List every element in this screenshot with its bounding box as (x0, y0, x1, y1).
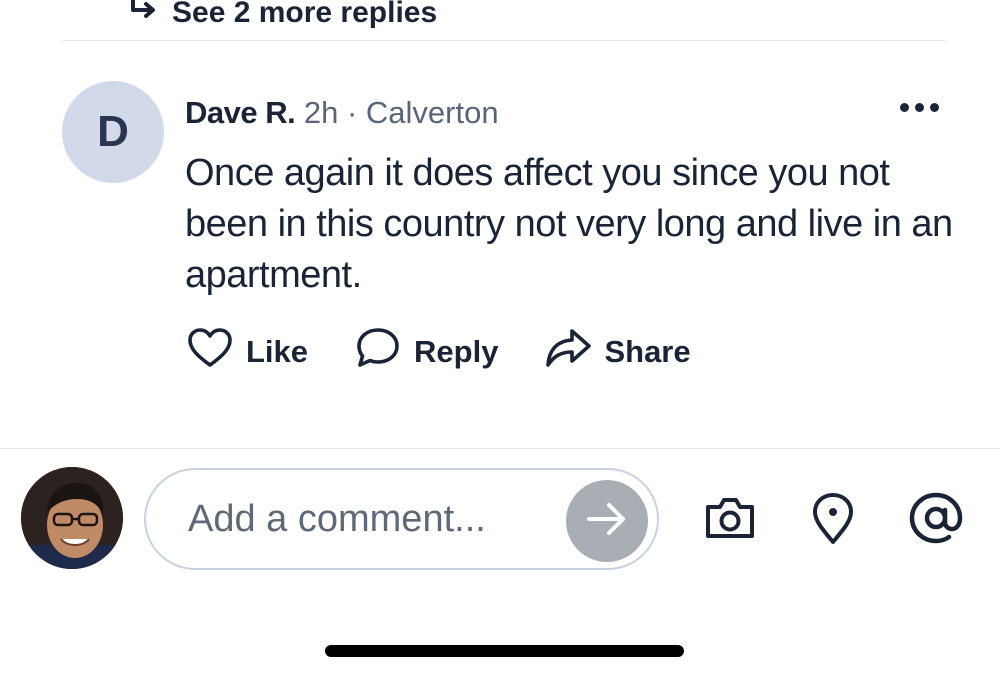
at-sign-icon (908, 490, 964, 551)
avatar-initial: D (97, 107, 129, 156)
send-button[interactable] (566, 480, 648, 562)
comment-meta: Dave R. 2h · Calverton (185, 94, 499, 132)
divider (0, 448, 1000, 449)
share-label: Share (604, 334, 691, 369)
share-arrow-icon (544, 325, 592, 379)
home-indicator[interactable] (325, 645, 684, 657)
avatar[interactable]: D (62, 81, 164, 183)
see-more-replies-label: See 2 more replies (172, 0, 438, 29)
location-button[interactable] (803, 490, 863, 550)
reply-label: Reply (414, 334, 499, 369)
arrow-right-icon (585, 499, 629, 544)
more-dots-icon (915, 102, 924, 112)
camera-icon (702, 490, 758, 551)
like-label: Like (246, 334, 309, 369)
comment-body: Once again it does affect you since you … (185, 152, 953, 296)
author-name[interactable]: Dave R. (185, 95, 296, 130)
comment-time: 2h (303, 95, 339, 130)
camera-button[interactable] (700, 490, 760, 550)
comment-input-container[interactable] (144, 468, 659, 570)
comment-thread-screen: See 2 more replies D Dave R. 2h · Calver… (0, 0, 1000, 678)
speech-bubble-icon (354, 325, 402, 379)
more-dots-icon (930, 102, 939, 112)
comment-input[interactable] (188, 497, 558, 541)
map-pin-icon (805, 490, 861, 551)
meta-separator: · (346, 95, 358, 130)
divider (62, 40, 946, 41)
reply-button[interactable]: Reply (354, 325, 498, 379)
heart-icon (186, 325, 234, 379)
more-options-button[interactable] (900, 97, 942, 117)
more-dots-icon (900, 102, 909, 112)
like-button[interactable]: Like (186, 325, 308, 379)
reply-arrow-icon (128, 0, 158, 30)
user-avatar[interactable] (21, 467, 123, 569)
mention-button[interactable] (906, 490, 966, 550)
comment-location: Calverton (365, 95, 499, 130)
comment-actions: Like Reply Share (186, 325, 737, 379)
see-more-replies-link[interactable]: See 2 more replies (128, 0, 437, 30)
share-button[interactable]: Share (544, 325, 691, 379)
